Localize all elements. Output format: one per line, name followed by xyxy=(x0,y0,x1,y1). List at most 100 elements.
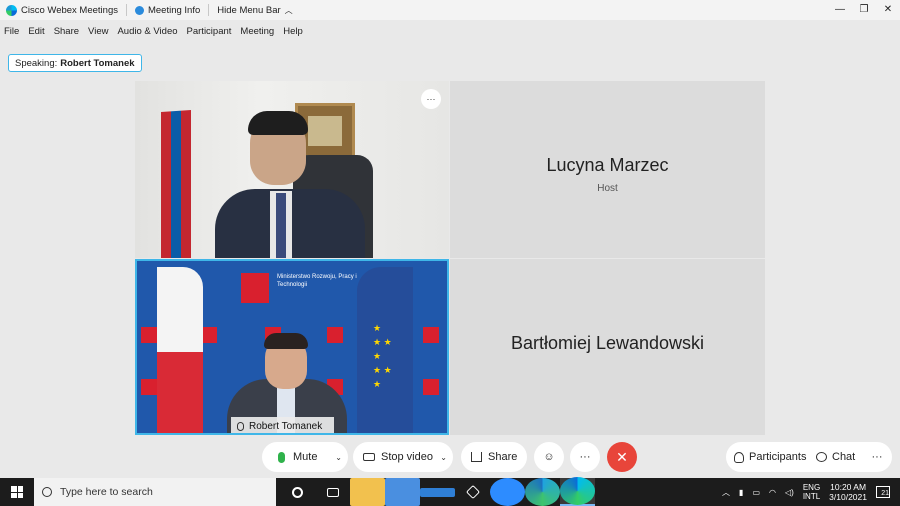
mute-label: Mute xyxy=(293,451,318,463)
meeting-info-label: Meeting Info xyxy=(147,4,201,16)
speaking-indicator: Speaking: Robert Tomanek xyxy=(8,54,142,72)
camera-icon xyxy=(363,453,375,461)
emblem-icon xyxy=(141,327,157,343)
video-tile-participant[interactable]: Bartłomiej Lewandowski xyxy=(450,259,765,435)
ellipsis-icon: ··· xyxy=(871,451,883,463)
zoom-button[interactable] xyxy=(490,478,525,506)
video-tile-host[interactable]: Lucyna Marzec Host xyxy=(450,81,765,258)
window-titlebar: Cisco Webex Meetings Meeting Info Hide M… xyxy=(0,0,900,20)
webex-logo-icon xyxy=(6,4,17,16)
app-name: Cisco Webex Meetings xyxy=(21,4,118,16)
hide-menu-bar-button[interactable]: Hide Menu Bar ︿ xyxy=(217,5,292,16)
chevron-up-icon[interactable]: ︿ xyxy=(722,487,730,498)
edge-button[interactable] xyxy=(525,478,560,506)
menu-view[interactable]: View xyxy=(88,24,108,40)
webex-taskbar-button[interactable] xyxy=(560,477,595,506)
taskbar-clock[interactable]: 10:20 AM 3/10/2021 xyxy=(829,482,867,502)
emblem-icon xyxy=(141,379,157,395)
minimize-button[interactable]: — xyxy=(828,0,852,20)
menu-meeting[interactable]: Meeting xyxy=(240,24,274,40)
battery-icon[interactable]: ▭ xyxy=(752,488,760,497)
network-icon[interactable]: ◠ xyxy=(769,488,776,497)
person-icon xyxy=(734,451,744,463)
emblem-icon xyxy=(327,327,343,343)
flag-image xyxy=(161,109,191,258)
task-view-button[interactable] xyxy=(315,478,350,506)
menu-participant[interactable]: Participant xyxy=(187,24,232,40)
titlebar-divider xyxy=(208,4,210,16)
video-tile-active-speaker[interactable]: Ministerstwo Rozwoju, Pracy i Technologi… xyxy=(135,259,449,435)
start-button[interactable] xyxy=(0,478,34,506)
cortana-icon xyxy=(292,486,303,498)
speaker-name-tag: Robert Tomanek xyxy=(231,417,335,433)
system-tray: ︿ ▮ ▭ ◠ ◁) ENG INTL 10:20 AM 3/10/2021 2… xyxy=(722,478,900,506)
taskbar-apps xyxy=(280,477,595,506)
chat-bubble-icon xyxy=(816,452,827,462)
host-role-label: Host xyxy=(597,183,618,194)
restore-button[interactable]: ❐ xyxy=(852,0,876,20)
tile-more-options-button[interactable]: ··· xyxy=(421,89,441,109)
app-button[interactable] xyxy=(455,478,490,506)
eu-stars-image: ★ ★ ★ ★ ★ ★ ★ xyxy=(373,323,392,389)
more-options-button[interactable]: ··· xyxy=(570,442,600,472)
menu-edit[interactable]: Edit xyxy=(28,24,44,40)
chevron-up-icon: ︿ xyxy=(284,5,293,15)
chevron-down-icon[interactable]: ⌄ xyxy=(440,453,447,462)
ministry-name: Ministerstwo Rozwoju, Pracy i Technologi… xyxy=(277,274,357,288)
language-indicator[interactable]: ENG INTL xyxy=(803,483,820,501)
store-button[interactable] xyxy=(385,478,420,506)
mail-button[interactable] xyxy=(420,478,455,506)
lang-code: ENG xyxy=(802,483,821,492)
zoom-icon xyxy=(490,478,525,506)
host-name: Lucyna Marzec xyxy=(546,155,669,175)
close-icon: ✕ xyxy=(616,448,628,465)
menu-share[interactable]: Share xyxy=(54,24,79,40)
mail-icon xyxy=(420,487,455,497)
emblem-icon xyxy=(423,327,439,343)
taskbar-search-input[interactable]: Type here to search xyxy=(34,478,276,506)
windows-logo-icon xyxy=(11,486,23,498)
video-tile-top-left[interactable] xyxy=(135,81,449,258)
microphone-icon xyxy=(237,421,244,431)
ministry-eagle-logo-icon xyxy=(241,273,269,303)
microphone-icon xyxy=(278,451,285,463)
chat-label: Chat xyxy=(832,451,856,463)
smiley-icon: ☺ xyxy=(543,451,555,463)
cortana-button[interactable] xyxy=(280,478,315,506)
task-view-icon xyxy=(326,487,339,497)
participant-hair-image xyxy=(264,333,308,349)
stop-video-button[interactable]: Stop video ⌄ xyxy=(353,442,453,472)
leave-meeting-button[interactable]: ✕ xyxy=(607,442,637,472)
participants-button[interactable]: Participants xyxy=(726,442,808,472)
participant-hair-image xyxy=(248,111,308,135)
usb-icon[interactable]: ▮ xyxy=(739,488,743,497)
lang-layout: INTL xyxy=(802,492,821,501)
panel-more-button[interactable]: ··· xyxy=(862,442,892,472)
meeting-info-button[interactable]: Meeting Info xyxy=(134,4,201,16)
info-icon xyxy=(134,5,144,15)
search-icon xyxy=(42,487,52,497)
ellipsis-icon: ··· xyxy=(579,451,591,463)
menu-file[interactable]: File xyxy=(4,24,19,40)
polish-flag-image xyxy=(157,267,203,433)
app-title: Cisco Webex Meetings xyxy=(0,4,118,16)
chat-button[interactable]: Chat xyxy=(808,442,862,472)
share-button[interactable]: Share xyxy=(461,442,527,472)
close-button[interactable]: ✕ xyxy=(876,0,900,20)
chevron-down-icon[interactable]: ⌄ xyxy=(335,453,342,462)
participant-tie-image xyxy=(276,193,286,258)
share-label: Share xyxy=(488,451,518,463)
menu-bar: File Edit Share View Audio & Video Parti… xyxy=(0,24,303,40)
speaker-name: Robert Tomanek xyxy=(249,420,323,432)
folder-icon xyxy=(350,478,385,506)
menu-audio-video[interactable]: Audio & Video xyxy=(117,24,177,40)
volume-icon[interactable]: ◁) xyxy=(785,488,794,497)
windows-taskbar: Type here to search ︿ ▮ ▭ ◠ ◁) ENG INTL … xyxy=(0,477,900,506)
notifications-button[interactable]: 21 xyxy=(876,486,890,498)
speaking-name: Robert Tomanek xyxy=(60,57,135,69)
speaking-prefix: Speaking: xyxy=(15,57,58,69)
reactions-button[interactable]: ☺ xyxy=(534,442,564,472)
menu-help[interactable]: Help xyxy=(283,24,303,40)
file-explorer-button[interactable] xyxy=(350,478,385,506)
mute-button[interactable]: Mute ⌄ xyxy=(262,442,348,472)
